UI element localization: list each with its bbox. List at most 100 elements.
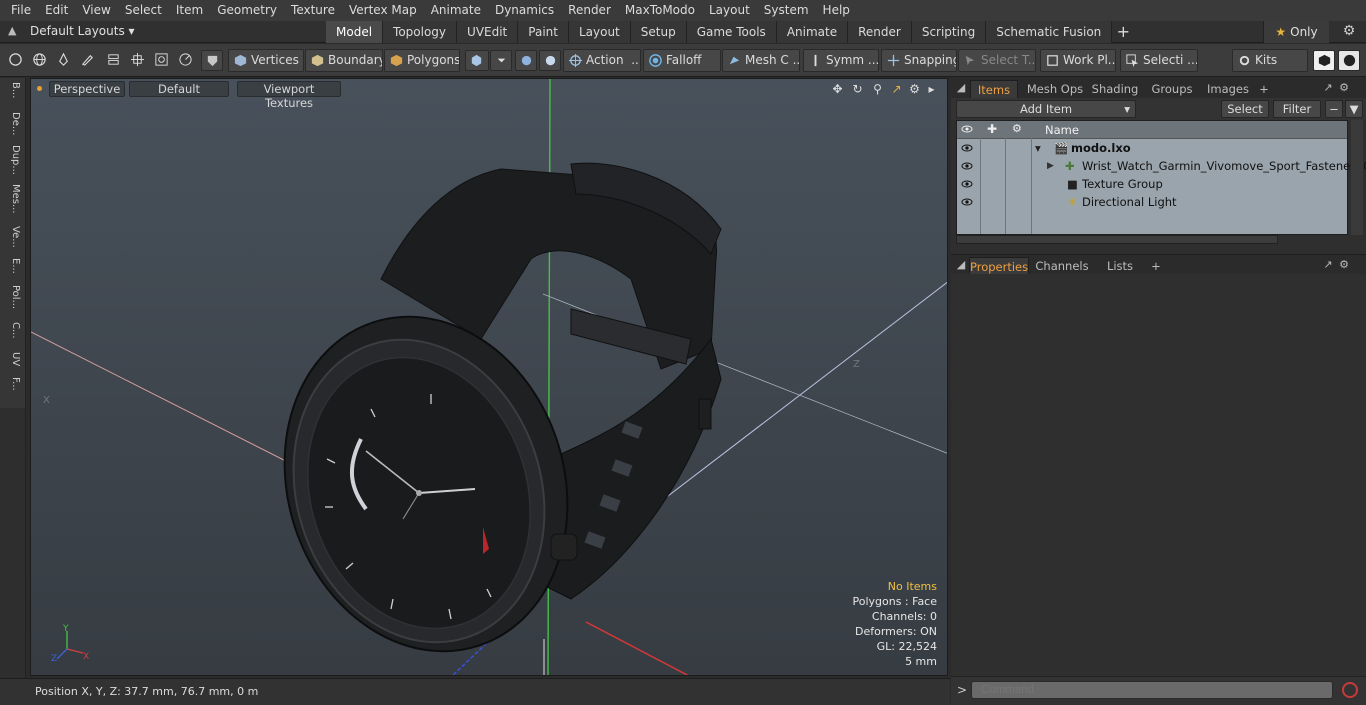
left-tab-basic[interactable]: B...	[3, 82, 21, 98]
tab-schematic-fusion[interactable]: Schematic Fusion	[986, 21, 1113, 43]
visibility-eye-icon[interactable]	[961, 142, 973, 154]
add-tab-button[interactable]: +	[1112, 21, 1134, 43]
filter-button[interactable]: Filter	[1273, 100, 1321, 118]
maximize-view-icon[interactable]: ↗	[889, 82, 904, 97]
menu-geometry[interactable]: Geometry	[210, 0, 284, 21]
tab-uvedit[interactable]: UVEdit	[457, 21, 519, 43]
panel-toggle-icon[interactable]: ◢	[954, 258, 968, 272]
record-icon[interactable]	[1342, 682, 1358, 698]
expand-panel-icon[interactable]: ↗	[1321, 258, 1335, 272]
visibility-column-eye-icon[interactable]	[961, 123, 973, 138]
mesh-ops-2-icon[interactable]	[539, 50, 561, 71]
left-tab-vertex[interactable]: Ve...	[3, 226, 21, 248]
menu-maxtomodo[interactable]: MaxToModo	[618, 0, 702, 21]
menu-select[interactable]: Select	[118, 0, 169, 21]
globe-icon[interactable]	[29, 50, 51, 71]
viewport-dot-icon[interactable]	[37, 86, 42, 91]
unreal-icon[interactable]	[1338, 50, 1360, 71]
rotate-view-icon[interactable]: ↻	[850, 82, 865, 97]
list-item[interactable]: ☀ Directional Light	[957, 193, 1347, 211]
lock-column-icon[interactable]: ✚	[987, 122, 997, 136]
menu-layout[interactable]: Layout	[702, 0, 757, 21]
visibility-eye-icon[interactable]	[961, 196, 973, 208]
pen-tool-icon[interactable]	[53, 50, 75, 71]
menu-help[interactable]: Help	[816, 0, 857, 21]
tab-model[interactable]: Model	[326, 21, 384, 43]
shield-mode-icon[interactable]	[201, 50, 223, 71]
default-layouts-dropdown[interactable]: Default Layouts ▾	[30, 24, 135, 38]
left-tab-duplicate[interactable]: Dup...	[3, 145, 21, 175]
tab-channels[interactable]: Channels	[1035, 257, 1089, 275]
collapse-icon[interactable]: −	[1325, 100, 1343, 118]
menu-render[interactable]: Render	[561, 0, 618, 21]
menu-view[interactable]: View	[75, 0, 117, 21]
command-input[interactable]	[971, 681, 1333, 699]
left-tab-polygon[interactable]: Pol...	[3, 285, 21, 309]
scene-render[interactable]: X Z Y X Z	[31, 79, 948, 676]
tab-animate[interactable]: Animate	[776, 21, 849, 43]
selection-sets-button[interactable]: Selecti ...	[1120, 49, 1198, 72]
expand-panel-icon[interactable]: ↗	[1321, 81, 1335, 95]
layout-arrow-icon[interactable]: ▲	[8, 25, 20, 37]
dial-icon[interactable]	[175, 50, 197, 71]
item-mode-icon[interactable]	[465, 50, 489, 71]
action-center-button[interactable]: Action ...	[563, 49, 641, 72]
list-item[interactable]: ▾ 🎬 modo.lxo	[957, 139, 1347, 157]
add-panel-tab-button[interactable]: +	[1149, 257, 1163, 275]
left-tab-uv[interactable]: UV	[3, 352, 21, 366]
tab-game-tools[interactable]: Game Tools	[686, 21, 777, 43]
vertical-scrollbar[interactable]	[1351, 120, 1363, 235]
panel-gear-icon[interactable]: ⚙	[1337, 81, 1351, 95]
select-button[interactable]: Select	[1221, 100, 1269, 118]
snapping-button[interactable]: Snapping	[881, 49, 957, 72]
tab-lists[interactable]: Lists	[1096, 257, 1144, 275]
tab-topology[interactable]: Topology	[383, 21, 458, 43]
tab-properties[interactable]: Properties	[969, 257, 1029, 275]
polygons-button[interactable]: Polygons	[384, 49, 460, 72]
tab-groups[interactable]: Groups	[1148, 80, 1196, 98]
zoom-view-icon[interactable]: ⚲	[870, 82, 885, 97]
tab-render[interactable]: Render	[848, 21, 912, 43]
tab-paint[interactable]: Paint	[518, 21, 569, 43]
align-icon[interactable]	[103, 50, 125, 71]
funnel-icon[interactable]: ▼	[1345, 100, 1363, 118]
name-column-header[interactable]: Name	[1045, 123, 1079, 137]
visibility-eye-icon[interactable]	[961, 178, 973, 190]
move-view-icon[interactable]: ✥	[830, 82, 845, 97]
add-item-button[interactable]: Add Item ▾	[956, 100, 1136, 118]
add-panel-tab-button[interactable]: +	[1257, 80, 1271, 98]
falloff-button[interactable]: Falloff	[643, 49, 721, 72]
work-plane-button[interactable]: Work Pl...	[1040, 49, 1116, 72]
tab-setup[interactable]: Setup	[630, 21, 687, 43]
menu-edit[interactable]: Edit	[38, 0, 75, 21]
left-tab-edge[interactable]: E...	[3, 258, 21, 274]
select-circle-icon[interactable]	[5, 50, 27, 71]
menu-vertex-map[interactable]: Vertex Map	[342, 0, 424, 21]
boundary-button[interactable]: Boundary	[305, 49, 383, 72]
menu-texture[interactable]: Texture	[284, 0, 342, 21]
list-scrollbar-horizontal[interactable]	[956, 235, 1278, 244]
tab-scripting[interactable]: Scripting	[911, 21, 987, 43]
menu-dynamics[interactable]: Dynamics	[488, 0, 561, 21]
visibility-eye-icon[interactable]	[961, 160, 973, 172]
left-tab-mesh-edit[interactable]: Mes...	[3, 184, 21, 214]
expand-arrow-icon[interactable]: ▶	[1047, 161, 1054, 171]
3d-viewport[interactable]: X Z Y X Z Perspective Default Viewport T…	[30, 78, 948, 676]
tab-shading[interactable]: Shading	[1088, 80, 1142, 98]
tab-layout[interactable]: Layout	[568, 21, 631, 43]
panel-gear-icon[interactable]: ⚙	[1337, 258, 1351, 272]
menu-system[interactable]: System	[757, 0, 816, 21]
left-tab-deform[interactable]: De...	[3, 112, 21, 135]
mesh-ops-icon[interactable]	[515, 50, 537, 71]
menu-item[interactable]: Item	[169, 0, 210, 21]
frame-icon[interactable]	[151, 50, 173, 71]
perspective-dropdown[interactable]: Perspective	[49, 81, 125, 97]
mesh-constraint-button[interactable]: Mesh C ...	[722, 49, 800, 72]
left-tab-fusion[interactable]: F...	[3, 377, 21, 391]
shading-dropdown[interactable]: Default	[129, 81, 229, 97]
list-item[interactable]: ▶ ✚ Wrist_Watch_Garmin_Vivomove_Sport_Fa…	[957, 157, 1366, 175]
viewport-menu-arrow-icon[interactable]: ▸	[924, 82, 939, 97]
center-icon[interactable]	[127, 50, 149, 71]
panel-toggle-icon[interactable]: ◢	[954, 81, 968, 95]
symmetry-button[interactable]: Symm ...	[803, 49, 879, 72]
